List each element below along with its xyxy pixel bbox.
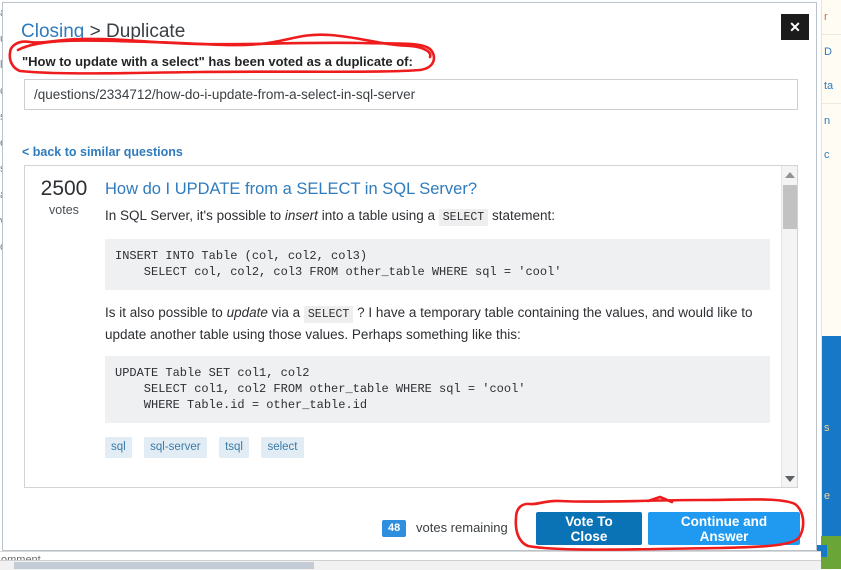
bg-right-fragment: ta xyxy=(822,69,841,103)
para2-emphasis: update xyxy=(227,305,268,320)
para2-mid: via a xyxy=(268,305,304,320)
horizontal-scrollbar-thumb[interactable] xyxy=(14,562,314,569)
para1-pre: In SQL Server, it's possible to xyxy=(105,208,285,223)
tag-sql[interactable]: sql xyxy=(105,437,132,458)
question-panel-scrollbar[interactable] xyxy=(781,166,797,487)
question-preview-panel: 2500 votes How do I UPDATE from a SELECT… xyxy=(24,165,798,488)
bg-right-blue-fragment: e xyxy=(822,490,841,502)
scroll-up-arrow-button[interactable] xyxy=(782,166,798,183)
tag-select[interactable]: select xyxy=(261,437,303,458)
tag-sql-server[interactable]: sql-server xyxy=(144,437,206,458)
question-paragraph-2: Is it also possible to update via a SELE… xyxy=(105,303,770,345)
tag-list: sql sql-server tsql select xyxy=(105,437,770,458)
inline-code-select-2: SELECT xyxy=(304,306,353,323)
inline-code-select: SELECT xyxy=(439,209,488,226)
question-preview-content: 2500 votes How do I UPDATE from a SELECT… xyxy=(25,166,782,487)
chevron-down-icon xyxy=(785,476,795,482)
vote-count-label: votes xyxy=(35,200,93,220)
tag-tsql[interactable]: tsql xyxy=(219,437,249,458)
breadcrumb-link-closing[interactable]: Closing xyxy=(21,21,84,42)
bg-right-fragment: n xyxy=(822,103,841,138)
bg-right-fragment: r xyxy=(822,0,841,34)
code-block-update: UPDATE Table SET col1, col2 SELECT col1,… xyxy=(105,356,770,423)
breadcrumb-separator: > xyxy=(90,21,101,42)
chevron-up-icon xyxy=(785,172,795,178)
votes-remaining-badge: 48 xyxy=(382,520,406,537)
scrollbar-thumb[interactable] xyxy=(783,185,797,229)
background-blue-panel: s e xyxy=(822,336,841,536)
dialog-subtitle: "How to update with a select" has been v… xyxy=(22,54,413,69)
bg-right-blue-fragment: s xyxy=(822,422,841,434)
close-dialog-button[interactable]: ✕ xyxy=(781,14,809,40)
background-right-column: r D ta n c s e xyxy=(821,0,841,569)
close-question-dialog: ✕ Closing > Duplicate "How to update wit… xyxy=(2,2,817,551)
votes-remaining-label: votes remaining xyxy=(416,520,508,535)
breadcrumb: Closing > Duplicate xyxy=(21,21,185,43)
bg-right-fragment: D xyxy=(822,34,841,69)
code-block-insert: INSERT INTO Table (col, col2, col3) SELE… xyxy=(105,239,770,290)
vote-count-column: 2500 votes xyxy=(35,177,93,220)
question-body: How do I UPDATE from a SELECT in SQL Ser… xyxy=(105,178,770,458)
scroll-down-arrow-button[interactable] xyxy=(782,470,798,487)
para1-post: statement: xyxy=(488,208,555,223)
bg-right-fragment: c xyxy=(822,138,841,172)
duplicate-url-input[interactable] xyxy=(24,79,798,110)
continue-and-answer-button[interactable]: Continue and Answer xyxy=(648,512,800,545)
vote-count-value: 2500 xyxy=(35,177,93,200)
para2-pre: Is it also possible to xyxy=(105,305,227,320)
vote-to-close-button[interactable]: Vote To Close xyxy=(536,512,642,545)
back-to-similar-questions-link[interactable]: < back to similar questions xyxy=(22,145,183,159)
close-icon: ✕ xyxy=(789,20,801,34)
question-title-link[interactable]: How do I UPDATE from a SELECT in SQL Ser… xyxy=(105,178,770,200)
breadcrumb-current-duplicate: Duplicate xyxy=(106,21,185,42)
para1-emphasis: insert xyxy=(285,208,318,223)
para1-mid: into a table using a xyxy=(318,208,439,223)
question-paragraph-1: In SQL Server, it's possible to insert i… xyxy=(105,206,770,228)
